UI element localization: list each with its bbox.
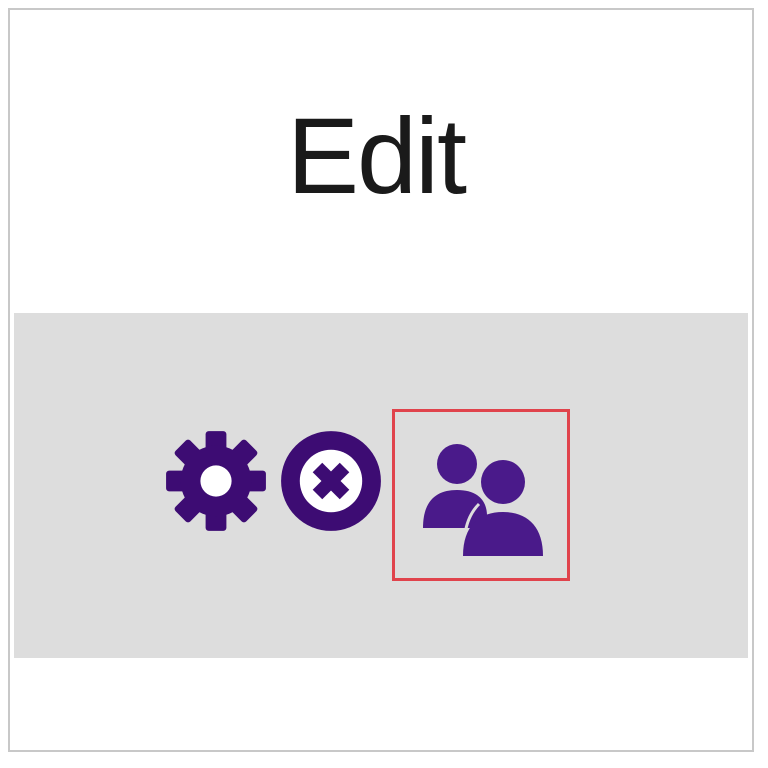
action-row (14, 313, 748, 658)
circle-x-icon[interactable] (279, 429, 383, 533)
edit-cell-panel: Edit (8, 8, 754, 752)
users-icon[interactable] (419, 438, 545, 556)
users-button[interactable] (392, 409, 570, 581)
gear-icon[interactable] (164, 429, 268, 533)
column-header-title: Edit (286, 95, 467, 216)
column-header: Edit (10, 10, 752, 313)
